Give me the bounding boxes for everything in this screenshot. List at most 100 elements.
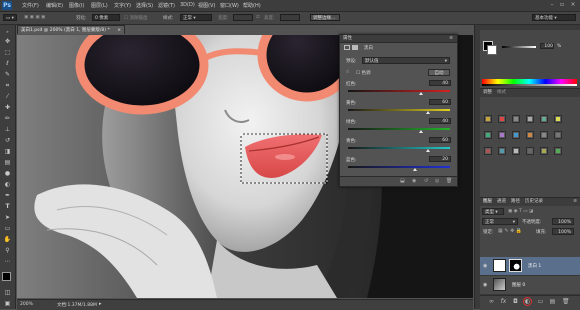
- fill-input[interactable]: 100%: [552, 228, 574, 235]
- new-layer-icon[interactable]: ▤: [549, 298, 556, 305]
- brush-tool-icon[interactable]: ✏: [3, 114, 12, 123]
- close-window-icon[interactable]: ×: [569, 1, 577, 9]
- styles-tab[interactable]: 样式: [497, 89, 506, 96]
- collapse-icon[interactable]: »: [3, 27, 12, 36]
- tab-layers[interactable]: 图层: [483, 198, 492, 205]
- slider-track[interactable]: [348, 147, 450, 149]
- gray-slider[interactable]: [502, 46, 536, 48]
- adjustment-preset-icon[interactable]: [554, 147, 562, 155]
- lasso-tool-icon[interactable]: ℓ: [3, 59, 12, 68]
- restore-icon[interactable]: ▫: [558, 1, 566, 9]
- layer-name[interactable]: 黑白 1: [528, 263, 541, 269]
- menu-layer[interactable]: 图层(L): [91, 2, 108, 9]
- mask-icon[interactable]: [352, 45, 358, 50]
- path-select-icon[interactable]: ➤: [3, 213, 12, 222]
- slider-value[interactable]: 40: [429, 80, 451, 86]
- layer-style-icon[interactable]: fx: [500, 298, 507, 305]
- feather-input[interactable]: 0 像素: [92, 14, 120, 21]
- layer-row[interactable]: ◉ 图层 0: [480, 276, 580, 295]
- adjustment-preset-icon[interactable]: [540, 131, 548, 139]
- marquee-tool-icon[interactable]: ⬚: [3, 48, 12, 57]
- eyedropper-tool-icon[interactable]: ⁄: [3, 92, 12, 101]
- layers-menu-icon[interactable]: ≡: [573, 198, 577, 205]
- menu-window[interactable]: 窗口(W): [220, 2, 239, 9]
- properties-tab[interactable]: 属性: [343, 35, 352, 42]
- layer-name[interactable]: 图层 0: [512, 282, 525, 288]
- menu-image[interactable]: 图像(I): [69, 2, 84, 9]
- pen-tool-icon[interactable]: ✒: [3, 191, 12, 200]
- tint-checkbox[interactable]: ☐ 色调: [356, 70, 370, 76]
- quick-select-tool-icon[interactable]: ✎: [3, 70, 12, 79]
- adjustment-preset-icon[interactable]: [498, 147, 506, 155]
- delete-layer-icon[interactable]: 🗑: [562, 298, 570, 305]
- menu-filter[interactable]: 滤镜(T): [158, 2, 175, 9]
- adjustment-preset-icon[interactable]: [554, 131, 562, 139]
- blend-mode-select[interactable]: 正常 ▾: [482, 218, 518, 225]
- eraser-tool-icon[interactable]: ◨: [3, 147, 12, 156]
- adjustment-preset-icon[interactable]: [540, 115, 548, 123]
- adjustment-preset-icon[interactable]: [512, 115, 520, 123]
- slider-thumb[interactable]: [419, 92, 424, 95]
- visibility-icon[interactable]: ◎: [435, 178, 439, 184]
- delete-adjustment-icon[interactable]: 🗑: [446, 178, 452, 184]
- gray-ramp[interactable]: [482, 84, 577, 86]
- adjustment-preset-icon[interactable]: [498, 115, 506, 123]
- slider-thumb[interactable]: [419, 130, 424, 133]
- slider-thumb[interactable]: [413, 168, 418, 171]
- slider-track[interactable]: [348, 128, 450, 130]
- lock-icons[interactable]: ▦ ✎ ✥ 🔒: [498, 228, 522, 234]
- adjustments-tab[interactable]: 调整: [483, 89, 492, 96]
- adjustment-preset-icon[interactable]: [540, 147, 548, 155]
- preset-select[interactable]: 默认值 ▾: [362, 57, 450, 64]
- adjustment-preset-icon[interactable]: [526, 131, 534, 139]
- height-input[interactable]: [280, 14, 300, 21]
- layer-filter-select[interactable]: 类型 ▾: [482, 208, 504, 215]
- slider-thumb[interactable]: [425, 149, 430, 152]
- slider-value[interactable]: 60: [429, 99, 451, 105]
- slider-track[interactable]: [348, 109, 450, 111]
- antialias-checkbox[interactable]: ☐ 消除锯齿: [124, 15, 147, 21]
- quick-mask-icon[interactable]: ◫: [3, 288, 12, 297]
- layer-thumbnail[interactable]: [493, 278, 506, 291]
- dodge-tool-icon[interactable]: ◐: [3, 180, 12, 189]
- adjustment-thumbnail[interactable]: [493, 259, 506, 272]
- blur-tool-icon[interactable]: ●: [3, 169, 12, 178]
- menu-file[interactable]: 文件(F): [22, 2, 39, 9]
- refine-edge-button[interactable]: 调整边缘...: [310, 14, 340, 21]
- tab-paths[interactable]: 路径: [511, 198, 520, 205]
- style-select[interactable]: 正常 ▾: [180, 14, 212, 21]
- menu-view[interactable]: 视图(V): [198, 2, 215, 9]
- adjustment-preset-icon[interactable]: [526, 147, 534, 155]
- status-menu-arrow-icon[interactable]: ▸: [99, 301, 102, 307]
- link-layers-icon[interactable]: ∞: [488, 298, 495, 305]
- menu-help[interactable]: 帮助(H): [243, 2, 261, 9]
- swap-icon[interactable]: ⇄: [256, 15, 260, 20]
- adjustment-preset-icon[interactable]: [484, 115, 492, 123]
- slider-track[interactable]: [348, 166, 450, 168]
- panel-menu-icon[interactable]: ≡: [449, 35, 453, 42]
- menu-type[interactable]: 文字(Y): [114, 2, 131, 9]
- tab-channels[interactable]: 通道: [497, 198, 506, 205]
- width-input[interactable]: [233, 14, 253, 21]
- slider-value[interactable]: 20: [429, 156, 451, 162]
- hand-tool-icon[interactable]: ✋: [3, 235, 12, 244]
- new-adjustment-layer-icon[interactable]: ◐: [524, 298, 531, 305]
- adjustment-preset-icon[interactable]: [484, 131, 492, 139]
- gray-value[interactable]: 100: [540, 43, 554, 49]
- shape-tool-icon[interactable]: ▭: [3, 224, 12, 233]
- opacity-input[interactable]: 100%: [552, 218, 574, 225]
- eye-icon[interactable]: ◉: [483, 263, 487, 269]
- clip-to-layer-icon[interactable]: ⬓: [400, 178, 405, 184]
- eye-icon[interactable]: ◉: [483, 282, 487, 288]
- view-previous-icon[interactable]: ◉: [412, 178, 416, 184]
- minimize-icon[interactable]: –: [548, 1, 556, 9]
- more-tools-icon[interactable]: ⋯: [3, 257, 12, 266]
- reset-icon[interactable]: ↺: [424, 178, 428, 184]
- move-tool-icon[interactable]: ✥: [3, 37, 12, 46]
- menu-select[interactable]: 选择(S): [136, 2, 153, 9]
- slider-thumb[interactable]: [425, 111, 430, 114]
- tab-history[interactable]: 历史记录: [525, 198, 543, 205]
- crop-tool-icon[interactable]: ⌗: [3, 81, 12, 90]
- screen-mode-icon[interactable]: ▣: [3, 299, 12, 308]
- gradient-tool-icon[interactable]: ▤: [3, 158, 12, 167]
